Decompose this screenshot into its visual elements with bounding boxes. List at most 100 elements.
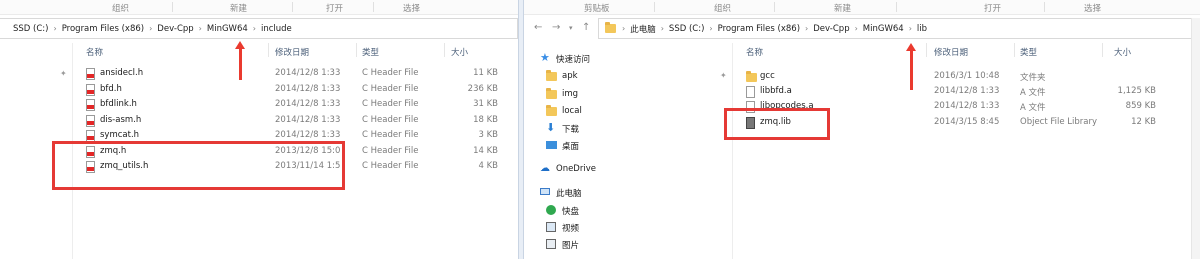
breadcrumb-include[interactable]: include bbox=[261, 24, 292, 34]
breadcrumb-chevron-icon[interactable]: › bbox=[149, 24, 152, 33]
file-row[interactable]: libopcodes.a 2014/12/8 1:33 A 文件 859 KB bbox=[524, 100, 1192, 115]
file-type: C Header File bbox=[362, 68, 419, 78]
file-name: bfdlink.h bbox=[100, 99, 137, 109]
ribbon-label-organize: 组织 bbox=[714, 4, 732, 14]
breadcrumb-chevron-icon[interactable]: › bbox=[661, 24, 664, 33]
file-type: C Header File bbox=[362, 145, 419, 156]
file-size: 236 KB bbox=[467, 83, 498, 94]
breadcrumb-ssd[interactable]: SSD (C:) bbox=[669, 24, 704, 34]
file-type: 文件夹 bbox=[1020, 73, 1046, 83]
video-icon bbox=[546, 222, 556, 232]
breadcrumb-program-files[interactable]: Program Files (x86) bbox=[62, 24, 144, 34]
file-name: bfd.h bbox=[100, 83, 122, 94]
file-size: 4 KB bbox=[478, 161, 498, 171]
file-type: C Header File bbox=[362, 130, 419, 140]
file-row[interactable]: libbfd.a 2014/12/8 1:33 A 文件 1,125 KB bbox=[524, 85, 1192, 100]
picture-icon bbox=[546, 239, 556, 249]
c-header-file-icon bbox=[86, 83, 95, 96]
column-header-name[interactable]: 名称 bbox=[746, 46, 763, 58]
file-date: 2014/12/8 1:33 bbox=[275, 114, 341, 125]
file-date: 2016/3/1 10:48 bbox=[934, 71, 1000, 81]
file-date: 2014/12/8 1:33 bbox=[275, 99, 341, 109]
file-size: 3 KB bbox=[478, 130, 498, 140]
ribbon-label-clipboard: 剪贴板 bbox=[584, 4, 610, 14]
file-row[interactable]: zmq.lib 2014/3/15 8:45 Object File Library… bbox=[524, 116, 1192, 131]
file-type: C Header File bbox=[362, 83, 419, 94]
file-size: 31 KB bbox=[473, 99, 498, 109]
breadcrumb-program-files[interactable]: Program Files (x86) bbox=[718, 24, 800, 34]
c-header-file-icon bbox=[86, 99, 95, 111]
breadcrumb-lib[interactable]: lib bbox=[917, 24, 927, 34]
file-type: Object File Library bbox=[1020, 117, 1098, 127]
ribbon-label-organize: 组织 bbox=[112, 4, 130, 14]
forward-arrow-icon[interactable]: → bbox=[552, 22, 560, 33]
column-header-size[interactable]: 大小 bbox=[451, 46, 468, 58]
file-type: A 文件 bbox=[1020, 88, 1046, 98]
folder-icon bbox=[746, 71, 757, 82]
breadcrumb-mingw64[interactable]: MinGW64 bbox=[863, 24, 904, 34]
file-icon bbox=[746, 86, 755, 98]
file-name: libbfd.a bbox=[760, 86, 792, 96]
file-name: ansidecl.h bbox=[100, 68, 144, 78]
breadcrumb-mingw64[interactable]: MinGW64 bbox=[207, 24, 248, 34]
ribbon-group-labels: 剪贴板 组织 新建 打开 选择 bbox=[524, 0, 1200, 15]
ribbon-label-select: 选择 bbox=[403, 4, 421, 14]
computer-icon bbox=[540, 188, 550, 195]
breadcrumb-chevron-icon[interactable]: › bbox=[855, 24, 858, 33]
column-header-date[interactable]: 修改日期 bbox=[934, 46, 968, 58]
cloud-icon: ☁ bbox=[540, 163, 550, 174]
file-row[interactable]: ansidecl.h 2014/12/8 1:33 C Header File 11 … bbox=[0, 67, 518, 82]
back-arrow-icon[interactable]: ← bbox=[534, 22, 542, 33]
file-row[interactable]: gcc 2016/3/1 10:48 文件夹 bbox=[524, 70, 1192, 85]
file-row[interactable]: bfdlink.h 2014/12/8 1:33 C Header File 31 K… bbox=[0, 98, 518, 113]
star-icon: ★ bbox=[540, 51, 550, 64]
breadcrumb-chevron-icon[interactable]: › bbox=[199, 24, 202, 33]
breadcrumb-chevron-icon[interactable]: › bbox=[253, 24, 256, 33]
file-date: 2014/3/15 8:45 bbox=[934, 117, 1000, 127]
file-date: 2014/12/8 1:33 bbox=[934, 86, 1000, 96]
file-size: 11 KB bbox=[473, 68, 498, 78]
ribbon-label-open: 打开 bbox=[326, 4, 344, 14]
file-size: 18 KB bbox=[473, 114, 498, 125]
column-header-name[interactable]: 名称 bbox=[86, 46, 103, 58]
breadcrumb-dev-cpp[interactable]: Dev-Cpp bbox=[157, 24, 193, 34]
file-date: 2014/12/8 1:33 bbox=[934, 101, 1000, 111]
ribbon-group-labels: 组织 新建 打开 选择 bbox=[0, 0, 518, 15]
highlight-box-zmq-headers bbox=[52, 141, 345, 190]
file-name: gcc bbox=[760, 71, 775, 81]
arrow-up-icon bbox=[906, 43, 916, 90]
breadcrumb-ssd[interactable]: SSD (C:) bbox=[13, 24, 48, 34]
up-arrow-icon[interactable]: ↑ bbox=[582, 22, 590, 33]
breadcrumb-chevron-icon[interactable]: › bbox=[53, 24, 56, 33]
file-size: 1,125 KB bbox=[1117, 86, 1156, 96]
c-header-file-icon bbox=[86, 68, 95, 80]
breadcrumb-chevron-icon[interactable]: › bbox=[805, 24, 808, 33]
c-header-file-icon bbox=[86, 114, 95, 127]
ribbon-label-new: 新建 bbox=[834, 4, 852, 14]
file-type: C Header File bbox=[362, 114, 419, 125]
recent-dropdown-icon[interactable]: ▾ bbox=[569, 24, 573, 32]
address-bar[interactable]: › 此电脑 › SSD (C:) › Program Files (x86) ›… bbox=[598, 18, 1200, 39]
breadcrumb-dev-cpp[interactable]: Dev-Cpp bbox=[813, 24, 849, 34]
file-type: A 文件 bbox=[1020, 103, 1046, 113]
breadcrumb-this-pc[interactable]: 此电脑 bbox=[630, 23, 656, 35]
file-date: 2014/12/8 1:33 bbox=[275, 130, 341, 140]
pc-folder-icon bbox=[605, 22, 616, 33]
vertical-scrollbar[interactable] bbox=[1191, 18, 1200, 259]
left-explorer-window: 组织 新建 打开 选择 SSD (C:) › Program Files (x8… bbox=[0, 0, 518, 259]
kuaipan-icon bbox=[546, 205, 556, 215]
column-header-type[interactable]: 类型 bbox=[362, 46, 379, 58]
column-header-size[interactable]: 大小 bbox=[1114, 46, 1131, 58]
desktop-icon bbox=[546, 141, 557, 149]
breadcrumb-chevron-icon[interactable]: › bbox=[709, 24, 712, 33]
breadcrumb-chevron-icon[interactable]: › bbox=[622, 24, 625, 33]
ribbon-label-new: 新建 bbox=[230, 4, 248, 14]
file-row[interactable]: dis-asm.h 2014/12/8 1:33 C Header File 18 K… bbox=[0, 114, 518, 129]
column-header-date[interactable]: 修改日期 bbox=[275, 46, 309, 58]
address-bar[interactable]: SSD (C:) › Program Files (x86) › Dev-Cpp… bbox=[0, 18, 518, 39]
column-header-type[interactable]: 类型 bbox=[1020, 46, 1037, 58]
file-type: C Header File bbox=[362, 99, 419, 109]
breadcrumb-chevron-icon[interactable]: › bbox=[909, 24, 912, 33]
ribbon-label-open: 打开 bbox=[984, 4, 1002, 14]
file-row[interactable]: bfd.h 2014/12/8 1:33 C Header File 236 KB bbox=[0, 83, 518, 98]
